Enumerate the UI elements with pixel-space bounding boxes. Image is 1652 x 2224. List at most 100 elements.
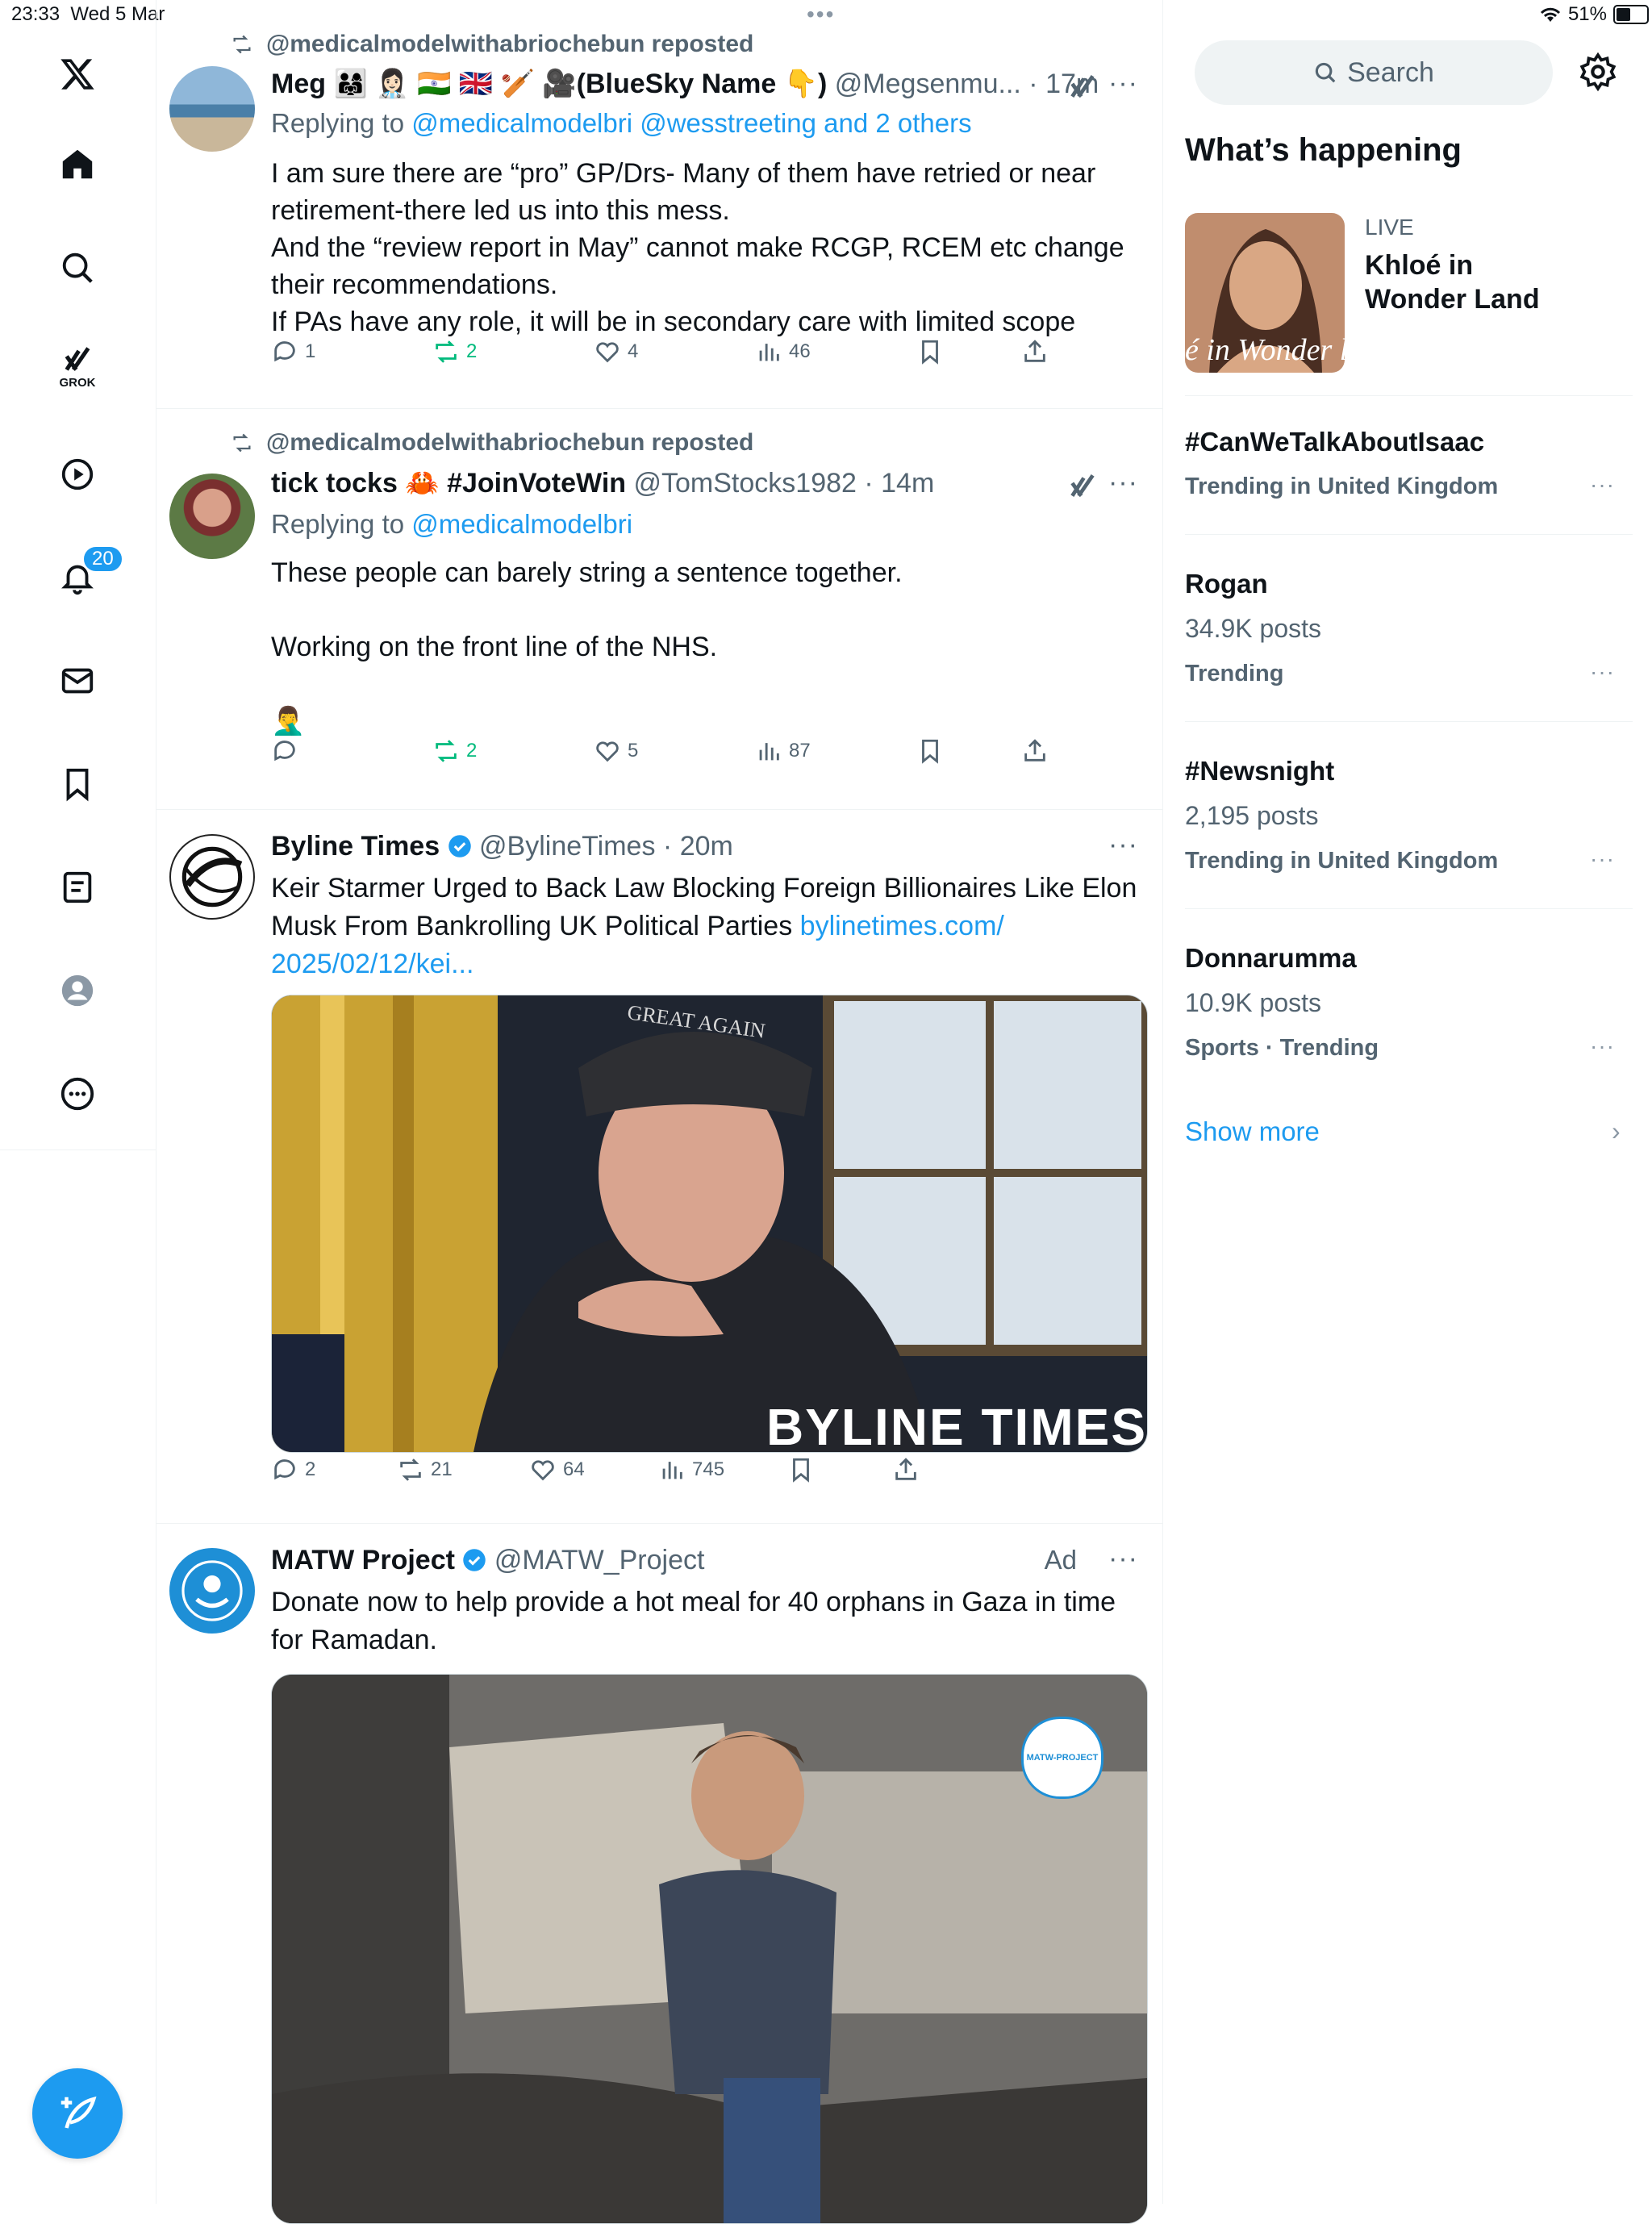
author-handle[interactable]: @BylineTimes: [479, 831, 655, 862]
watermark-text: MATW-PROJECT: [1026, 1753, 1099, 1763]
views-button[interactable]: 46: [755, 338, 811, 365]
profile-icon[interactable]: [53, 966, 102, 1015]
home-icon[interactable]: [53, 140, 102, 189]
notifications-bell-icon[interactable]: 20: [53, 545, 123, 602]
mail-icon[interactable]: [53, 657, 102, 705]
like-button[interactable]: 4: [594, 338, 638, 365]
search-icon[interactable]: [53, 244, 102, 292]
reply-button[interactable]: 2: [271, 1456, 315, 1483]
trend-more-icon[interactable]: ···: [1590, 659, 1615, 685]
views-chart-icon: [759, 743, 779, 761]
share-button[interactable]: [892, 1456, 920, 1483]
tweet-card[interactable]: @medicalmodelwithabriochebun reposted ti…: [156, 409, 1162, 810]
author-handle[interactable]: @MATW_Project: [494, 1545, 705, 1575]
tweet-text: Donate now to help provide a hot meal fo…: [271, 1587, 1116, 1655]
trend-item[interactable]: #Newsnight 2,195 posts Trending in Unite…: [1185, 721, 1633, 909]
chevron-right-icon[interactable]: ›: [1612, 1116, 1621, 1146]
views-button[interactable]: 87: [755, 737, 811, 765]
x-logo-icon[interactable]: [53, 50, 102, 98]
repost-context: @medicalmodelwithabriochebun reposted: [229, 429, 753, 457]
notifications-badge: 20: [82, 545, 123, 573]
author-handle[interactable]: @TomStocks1982: [634, 468, 857, 499]
grok-icon[interactable]: [1067, 71, 1098, 102]
bookmark-button[interactable]: [916, 737, 944, 765]
repost-by-text: @medicalmodelwithabriochebun reposted: [266, 31, 754, 57]
replying-to-label: Replying to: [271, 509, 405, 539]
live-event-thumbnail[interactable]: é in Wonder l: [1185, 213, 1345, 373]
author-name[interactable]: MATW Project: [271, 1545, 455, 1575]
author-name[interactable]: tick tocks 🦀 #JoinVoteWin: [271, 468, 626, 499]
settings-gear-icon[interactable]: [1578, 52, 1618, 92]
share-button[interactable]: [1021, 737, 1049, 765]
trend-title: #Newsnight: [1185, 756, 1335, 786]
bookmark-button[interactable]: [787, 1456, 815, 1483]
more-options-icon[interactable]: ···: [1108, 68, 1138, 99]
avatar[interactable]: [169, 834, 255, 920]
grok-icon[interactable]: GROK: [53, 340, 102, 390]
more-icon[interactable]: [53, 1070, 102, 1118]
matw-watermark-badge: MATW-PROJECT: [1021, 1717, 1103, 1799]
repost-context: @medicalmodelwithabriochebun reposted: [229, 31, 753, 58]
reply-to-users-link[interactable]: @medicalmodelbri @wesstreeting and 2 oth…: [411, 108, 971, 138]
view-count: 46: [789, 340, 811, 362]
article-image[interactable]: GREAT AGAIN BYLINE TIMES: [271, 995, 1148, 1453]
trend-title: Donnarumma: [1185, 943, 1357, 973]
avatar[interactable]: [169, 66, 255, 152]
trend-item[interactable]: Donnarumma 10.9K posts Sports · Trending…: [1185, 908, 1633, 1096]
share-button[interactable]: [1021, 338, 1049, 365]
list-icon[interactable]: [53, 863, 102, 912]
bookmark-button[interactable]: [916, 338, 944, 365]
grok-icon[interactable]: [1067, 470, 1098, 501]
repost-button[interactable]: 2: [432, 737, 477, 765]
photo-illustration: [272, 1675, 1147, 2223]
reply-button[interactable]: [271, 737, 305, 765]
trend-item[interactable]: Rogan 34.9K posts Trending ···: [1185, 534, 1633, 722]
more-options-icon[interactable]: ···: [1108, 829, 1138, 861]
trend-meta: Trending in United Kingdom: [1185, 848, 1499, 874]
post-time[interactable]: 14m: [881, 468, 934, 499]
views-chart-icon: [662, 1462, 682, 1479]
watermark-text: BYLINE TIMES: [766, 1398, 1147, 1453]
more-options-icon[interactable]: ···: [1108, 467, 1138, 499]
like-button[interactable]: 64: [529, 1456, 585, 1483]
trend-more-icon[interactable]: ···: [1590, 1033, 1615, 1059]
views-button[interactable]: 745: [658, 1456, 724, 1483]
whats-happening-title: What’s happening: [1185, 132, 1462, 168]
reply-to-users-link[interactable]: @medicalmodelbri: [411, 509, 632, 539]
compose-post-button[interactable]: [32, 2068, 123, 2159]
trend-more-icon[interactable]: ···: [1590, 846, 1615, 872]
reply-button[interactable]: 1: [271, 338, 315, 365]
live-event-title[interactable]: Khloé in Wonder Land: [1365, 248, 1575, 316]
tweet-card[interactable]: @medicalmodelwithabriochebun reposted Me…: [156, 0, 1162, 409]
byline-globe-logo: [181, 846, 243, 908]
post-time[interactable]: 20m: [680, 831, 733, 862]
tweet-header: MATW Project @MATW_Project: [271, 1545, 1130, 1576]
author-handle[interactable]: @Megsenmu...: [835, 69, 1021, 99]
tweet-card[interactable]: MATW Project @MATW_Project Ad ··· Donate…: [156, 1524, 1162, 2224]
ad-label: Ad: [1044, 1545, 1077, 1575]
like-count: 4: [628, 340, 639, 362]
photo-illustration: [272, 995, 1147, 1452]
ad-image[interactable]: MATW-PROJECT: [271, 1674, 1148, 2224]
like-button[interactable]: 5: [594, 737, 638, 765]
trend-item[interactable]: #CanWeTalkAboutIsaac Trending in United …: [1185, 395, 1633, 535]
repost-by-text: @medicalmodelwithabriochebun reposted: [266, 429, 754, 456]
show-more-link[interactable]: Show more: [1185, 1116, 1320, 1147]
repost-icon: [233, 35, 251, 54]
heart-icon: [596, 741, 619, 762]
author-name[interactable]: Meg 👨‍👩‍👧 👩🏻‍⚕️ 🇮🇳 🇬🇧 🏏 🎥(BlueSky Name 👇…: [271, 69, 827, 99]
avatar[interactable]: [169, 1548, 255, 1634]
author-name[interactable]: Byline Times: [271, 831, 440, 862]
repost-button[interactable]: 21: [397, 1456, 453, 1483]
tweet-card[interactable]: Byline Times @BylineTimes · 20m ··· Keir…: [156, 810, 1162, 1524]
repost-button[interactable]: 2: [432, 338, 477, 365]
more-options-icon[interactable]: ···: [1108, 1543, 1138, 1575]
live-label: LIVE: [1365, 215, 1414, 240]
video-icon[interactable]: [53, 450, 102, 499]
search-icon: [1315, 62, 1336, 83]
trend-more-icon[interactable]: ···: [1590, 472, 1615, 498]
bookmark-icon[interactable]: [53, 760, 102, 808]
search-field[interactable]: Search: [1195, 40, 1553, 105]
avatar[interactable]: [169, 474, 255, 559]
tweet-header: Meg 👨‍👩‍👧 👩🏻‍⚕️ 🇮🇳 🇬🇧 🏏 🎥(BlueSky Name 👇…: [271, 69, 1099, 99]
